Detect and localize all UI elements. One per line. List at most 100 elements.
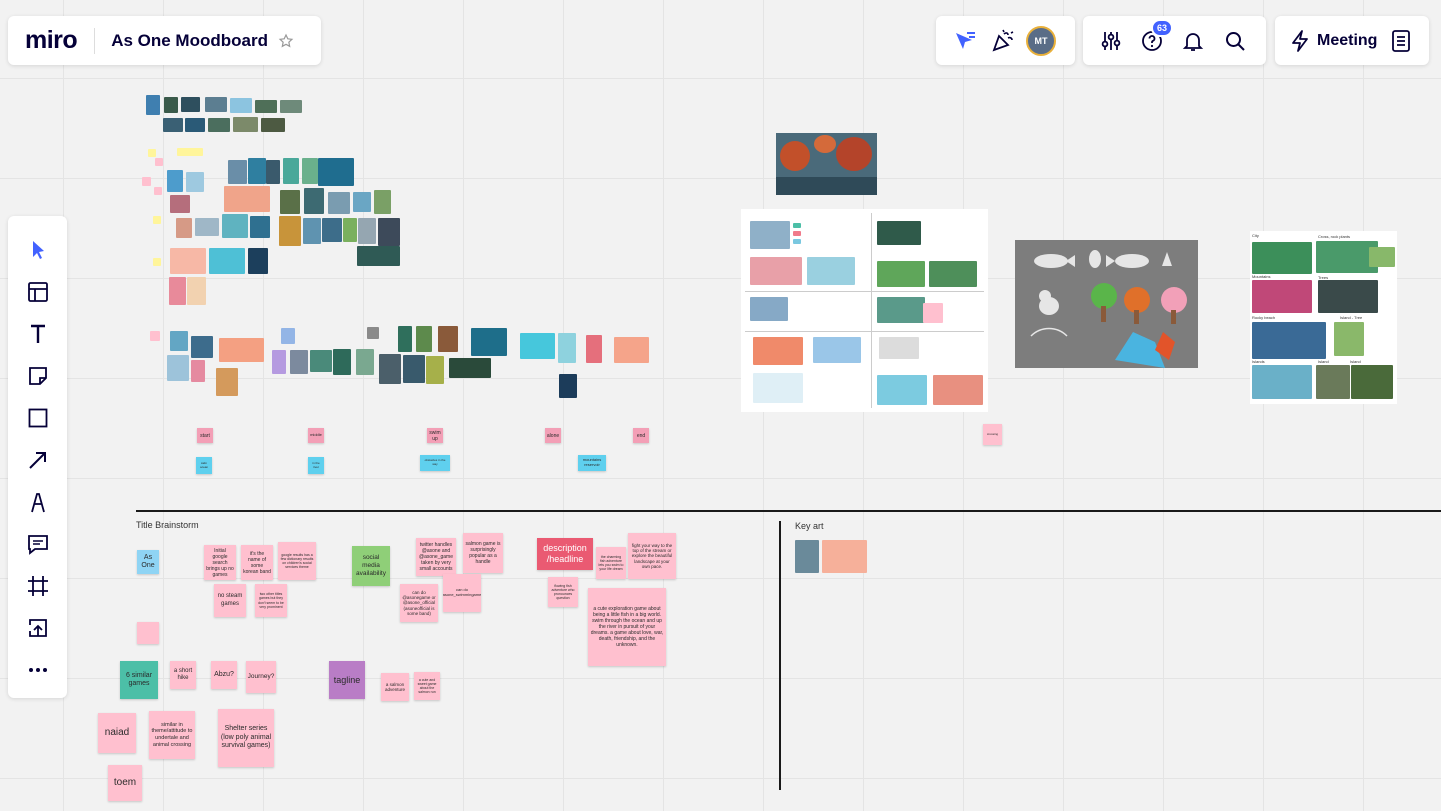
image-thumbnail[interactable] [520,333,555,359]
image-thumbnail[interactable] [471,328,507,356]
image-thumbnail[interactable] [176,218,192,238]
image-thumbnail[interactable] [416,326,432,352]
image-thumbnail[interactable] [187,277,206,305]
image-thumbnail[interactable] [216,368,238,396]
image-thumbnail[interactable] [379,354,401,384]
note-similar-games[interactable]: 6 similar games [120,661,158,699]
mini-sticky[interactable] [148,149,156,157]
image-thumbnail[interactable] [378,218,400,246]
note-journey[interactable]: Journey? [246,661,276,693]
note-toem[interactable]: toem [108,765,142,801]
image-thumbnail[interactable] [167,170,183,192]
image-thumbnail[interactable] [279,216,301,246]
mini-sticky[interactable] [155,158,163,166]
note-asone-swimgame[interactable]: can do asone_swimmingame [443,574,481,612]
image-thumbnail[interactable] [322,218,342,242]
journey-note-mountains[interactable]: mountains reservoir [578,455,606,471]
image-thumbnail[interactable] [170,248,206,274]
journey-note-start[interactable]: start [197,428,213,443]
lightning-icon[interactable] [1289,29,1311,53]
image-thumbnail[interactable] [303,218,321,244]
image-thumbnail[interactable] [343,218,357,242]
image-thumbnail[interactable] [356,349,374,375]
image-thumbnail[interactable] [233,117,258,132]
note-abzu[interactable]: Abzu? [211,661,237,689]
celebrate-icon[interactable] [990,28,1016,54]
note-shelter[interactable]: Shelter series (low poly animal survival… [218,709,274,767]
image-thumbnail[interactable] [280,190,300,214]
note-salmon-adventure[interactable]: a salmon adventure [381,673,409,701]
help-icon[interactable]: 63 [1140,18,1174,53]
image-thumbnail[interactable] [164,97,178,113]
mini-sticky[interactable] [142,177,151,186]
environment-reference-board[interactable]: City Cross, rock plants Mountains Trees … [1250,231,1397,404]
note-google-results[interactable]: google results has a few dictionary resu… [278,542,316,580]
image-thumbnail[interactable] [304,188,324,214]
image-thumbnail[interactable] [283,158,299,184]
image-thumbnail[interactable] [230,98,252,113]
image-thumbnail[interactable] [248,158,266,184]
note-tagline[interactable]: tagline [329,661,365,699]
key-art-image[interactable] [822,540,867,573]
title-brainstorm-label[interactable]: Title Brainstorm [136,520,199,530]
image-thumbnail[interactable] [374,190,391,214]
journey-note-middle[interactable]: middle [308,428,324,443]
image-thumbnail[interactable] [228,160,247,184]
journey-note-river[interactable]: in the river [308,457,324,474]
image-thumbnail[interactable] [248,248,268,274]
note-short-hike[interactable]: a short hike [170,661,196,689]
note-as-one[interactable]: As One [137,550,159,574]
note-cute-sweet[interactable]: a cute and sweet game about the salmon r… [414,672,440,700]
crossing-note[interactable]: crossing [983,424,1002,445]
search-icon[interactable] [1223,29,1247,53]
image-thumbnail[interactable] [449,358,491,378]
note-initial-google[interactable]: Initial google search brings up no games [204,545,236,580]
image-thumbnail[interactable] [261,118,285,132]
low-poly-assets-board[interactable] [1015,240,1198,368]
image-thumbnail[interactable] [146,95,160,115]
image-thumbnail[interactable] [403,355,425,383]
note-empty[interactable] [137,622,159,644]
note-fight-your-way[interactable]: fight your way to the top of the stream … [628,533,676,579]
image-thumbnail[interactable] [191,336,213,358]
note-cute-exploration[interactable]: a cute exploration game about being a li… [588,588,666,666]
journey-note-alone[interactable]: alone [545,428,561,443]
journey-note-calm-ocean[interactable]: calm ocean [196,457,212,474]
meeting-button[interactable]: Meeting [1317,32,1377,50]
settings-sliders-icon[interactable] [1099,29,1123,53]
image-thumbnail[interactable] [328,192,350,214]
key-art-image[interactable] [795,540,819,573]
journey-note-swim-up[interactable]: swim up [427,428,443,443]
note-twitter-handles[interactable]: twitter handles @asone and @asone_game t… [416,538,456,576]
image-thumbnail[interactable] [586,335,602,363]
image-thumbnail[interactable] [208,118,230,132]
image-thumbnail[interactable] [318,158,354,186]
key-art-label[interactable]: Key art [795,521,824,531]
mini-sticky[interactable] [153,258,161,266]
note-salmon-popular[interactable]: salmon game is surprisingly popular as a… [463,533,503,573]
image-thumbnail[interactable] [558,333,576,363]
image-thumbnail[interactable] [367,327,379,339]
image-thumbnail[interactable] [170,331,188,351]
image-thumbnail[interactable] [191,360,205,382]
image-thumbnail[interactable] [205,97,227,112]
image-thumbnail[interactable] [353,192,371,212]
mini-sticky[interactable] [154,187,162,195]
image-thumbnail[interactable] [280,100,302,113]
follow-cursor-icon[interactable] [952,29,978,53]
note-flowing-fish[interactable]: flowing fish adventure who pronounces qu… [548,577,578,607]
image-thumbnail[interactable] [185,118,205,132]
avatar[interactable]: MT [1026,25,1056,56]
image-thumbnail[interactable] [438,326,458,352]
mini-sticky[interactable] [153,216,161,224]
note-social-media[interactable]: social media availability [352,546,390,586]
mini-sticky[interactable] [150,331,160,341]
comment-icon[interactable] [17,523,59,565]
concept-art-image[interactable] [776,133,877,195]
image-thumbnail[interactable] [167,355,189,381]
note-asonegame[interactable]: can do @asonegame or @asone_official (as… [400,584,438,622]
image-thumbnail[interactable] [163,118,183,132]
image-thumbnail[interactable] [222,214,248,238]
image-thumbnail[interactable] [170,195,190,213]
journey-note-end[interactable]: end [633,428,649,443]
